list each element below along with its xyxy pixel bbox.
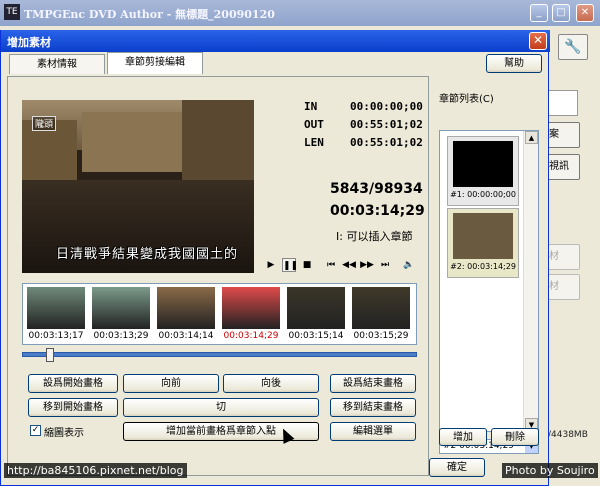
minimize-icon: _ <box>536 7 542 18</box>
thumbnail-timecode: 00:03:14;14 <box>158 331 214 341</box>
side-button-2[interactable]: 視訊 <box>544 154 580 180</box>
dialog-title: 增加素材 <box>7 36 51 49</box>
frame-thumbnail[interactable]: 00:03:13;17 <box>25 285 87 344</box>
step-forward-icon[interactable]: ▶▶ <box>360 258 374 272</box>
chapter-thumbnail <box>453 141 513 187</box>
thumbnail-timecode: 00:03:13;29 <box>93 331 149 341</box>
chapter-caption: #2: 00:03:14;29 <box>450 262 516 271</box>
main-titlebar: TE TMPGEnc DVD Author - 無標題_20090120 _ □… <box>0 0 600 26</box>
frame-counter: 5843/98934 <box>330 181 423 197</box>
thumbnail-timecode: 00:03:13;17 <box>28 331 84 341</box>
thumbnail-image <box>92 287 150 329</box>
edit-menu-button[interactable]: 編輯選單 <box>330 422 416 441</box>
watermark-right: Photo by Soujiro <box>502 463 598 478</box>
insert-chapter-note: I: 可以插入章節 <box>336 230 413 243</box>
checkmark-icon: ✓ <box>31 425 40 435</box>
video-preview[interactable]: 隴頭 日清戰爭結果變成我國國土的 <box>22 100 254 273</box>
volume-icon[interactable]: 🔈 <box>402 258 416 272</box>
close-icon: ✕ <box>580 7 590 18</box>
len-label: LEN <box>304 136 324 149</box>
maximize-icon: □ <box>556 7 566 18</box>
thumbnail-display-label: 縮圖表示 <box>44 428 84 439</box>
frame-thumbnail[interactable]: 00:03:13;29 <box>90 285 152 344</box>
frame-thumbnail[interactable]: 00:03:14;29 <box>220 285 282 344</box>
frame-thumbnail[interactable]: 00:03:14;14 <box>155 285 217 344</box>
thumbnail-display-checkbox[interactable]: ✓ <box>30 425 41 436</box>
side-button-3[interactable]: 材 <box>544 244 580 270</box>
thumbnail-timecode: 00:03:15;29 <box>353 331 409 341</box>
pause-icon[interactable]: ❚❚ <box>282 258 298 272</box>
main-window-title: TMPGEnc DVD Author - 無標題_20090120 <box>24 8 275 21</box>
side-button-1[interactable]: 案 <box>544 122 580 148</box>
cut-button[interactable]: 切 <box>123 398 319 417</box>
tab-chapter-edit[interactable]: 章節剪接編輯 <box>107 52 203 74</box>
watermark-left: http://ba845106.pixnet.net/blog <box>4 463 187 478</box>
step-back-icon[interactable]: ◀◀ <box>342 258 356 272</box>
main-field <box>548 90 578 116</box>
thumbnail-image <box>222 287 280 329</box>
chapter-caption: #1: 00:00:00;00 <box>450 190 516 199</box>
prev-chapter-icon[interactable]: ⏮ <box>324 258 338 272</box>
timeline-slider-handle[interactable] <box>45 348 54 362</box>
chapter-thumbnail <box>453 213 513 259</box>
wrench-icon: 🔧 <box>564 39 582 55</box>
tool-button[interactable]: 🔧 <box>558 34 588 60</box>
app-icon: TE <box>4 4 20 20</box>
close-button[interactable]: ✕ <box>576 4 594 22</box>
scroll-up-icon[interactable]: ▲ <box>525 131 538 144</box>
tab-material-info[interactable]: 素材情報 <box>9 54 105 74</box>
chapter-item[interactable]: #1: 00:00:00;00 <box>447 136 519 206</box>
thumbnail-timecode: 00:03:15;14 <box>288 331 344 341</box>
video-scene-building <box>82 112 182 172</box>
frame-thumbnail[interactable]: 00:03:15;29 <box>350 285 412 344</box>
goto-end-frame-button[interactable]: 移到結束畫格 <box>330 398 416 417</box>
thumbnail-image <box>27 287 85 329</box>
dialog-titlebar: 增加素材 ✕ <box>1 30 550 52</box>
side-button-4[interactable]: 材 <box>544 274 580 300</box>
out-label: OUT <box>304 118 324 131</box>
thumbnail-image <box>157 287 215 329</box>
minimize-button[interactable]: _ <box>530 4 548 22</box>
stop-icon[interactable]: ■ <box>300 258 314 272</box>
ok-button[interactable]: 確定 <box>429 458 485 477</box>
timeline-slider[interactable] <box>22 352 417 357</box>
frame-thumbnail[interactable]: 00:03:15;14 <box>285 285 347 344</box>
disk-size-readout: /4438MB <box>548 430 588 440</box>
next-chapter-icon[interactable]: ⏭ <box>378 258 392 272</box>
delete-chapter-button[interactable]: 刪除 <box>491 428 539 446</box>
video-subtitle: 日清戰爭結果變成我國國土的 <box>56 247 239 262</box>
backward-button[interactable]: 向後 <box>223 374 319 393</box>
close-icon: ✕ <box>532 33 544 47</box>
thumbnail-image <box>287 287 345 329</box>
help-button[interactable]: 幫助 <box>486 54 542 73</box>
thumbnail-strip[interactable]: 00:03:13;17 00:03:13;29 00:03:14;14 00:0… <box>22 283 417 345</box>
add-chapter-list-button[interactable]: 增加 <box>439 428 487 446</box>
thumbnail-timecode: 00:03:14;29 <box>223 331 279 341</box>
chapter-item[interactable]: #2: 00:03:14;29 <box>447 208 519 278</box>
video-scene-building <box>182 100 254 190</box>
len-value: 00:55:01;02 <box>350 136 423 149</box>
set-end-frame-button[interactable]: 設爲結束畫格 <box>330 374 416 393</box>
thumbnail-image <box>352 287 410 329</box>
chapter-list-scrollbar[interactable]: ▲ ▼ <box>523 131 538 431</box>
chapter-list-label: 章節列表(C) <box>439 94 494 105</box>
goto-start-frame-button[interactable]: 移到開始畫格 <box>28 398 118 417</box>
maximize-button[interactable]: □ <box>552 4 570 22</box>
in-value: 00:00:00;00 <box>350 100 423 113</box>
forward-button[interactable]: 向前 <box>123 374 219 393</box>
play-icon[interactable]: ▶ <box>264 258 278 272</box>
current-timecode: 00:03:14;29 <box>330 203 425 219</box>
out-value: 00:55:01;02 <box>350 118 423 131</box>
in-label: IN <box>304 100 318 113</box>
video-tag: 隴頭 <box>32 116 57 131</box>
set-start-frame-button[interactable]: 設爲開始畫格 <box>28 374 118 393</box>
dialog-close-button[interactable]: ✕ <box>529 32 547 50</box>
